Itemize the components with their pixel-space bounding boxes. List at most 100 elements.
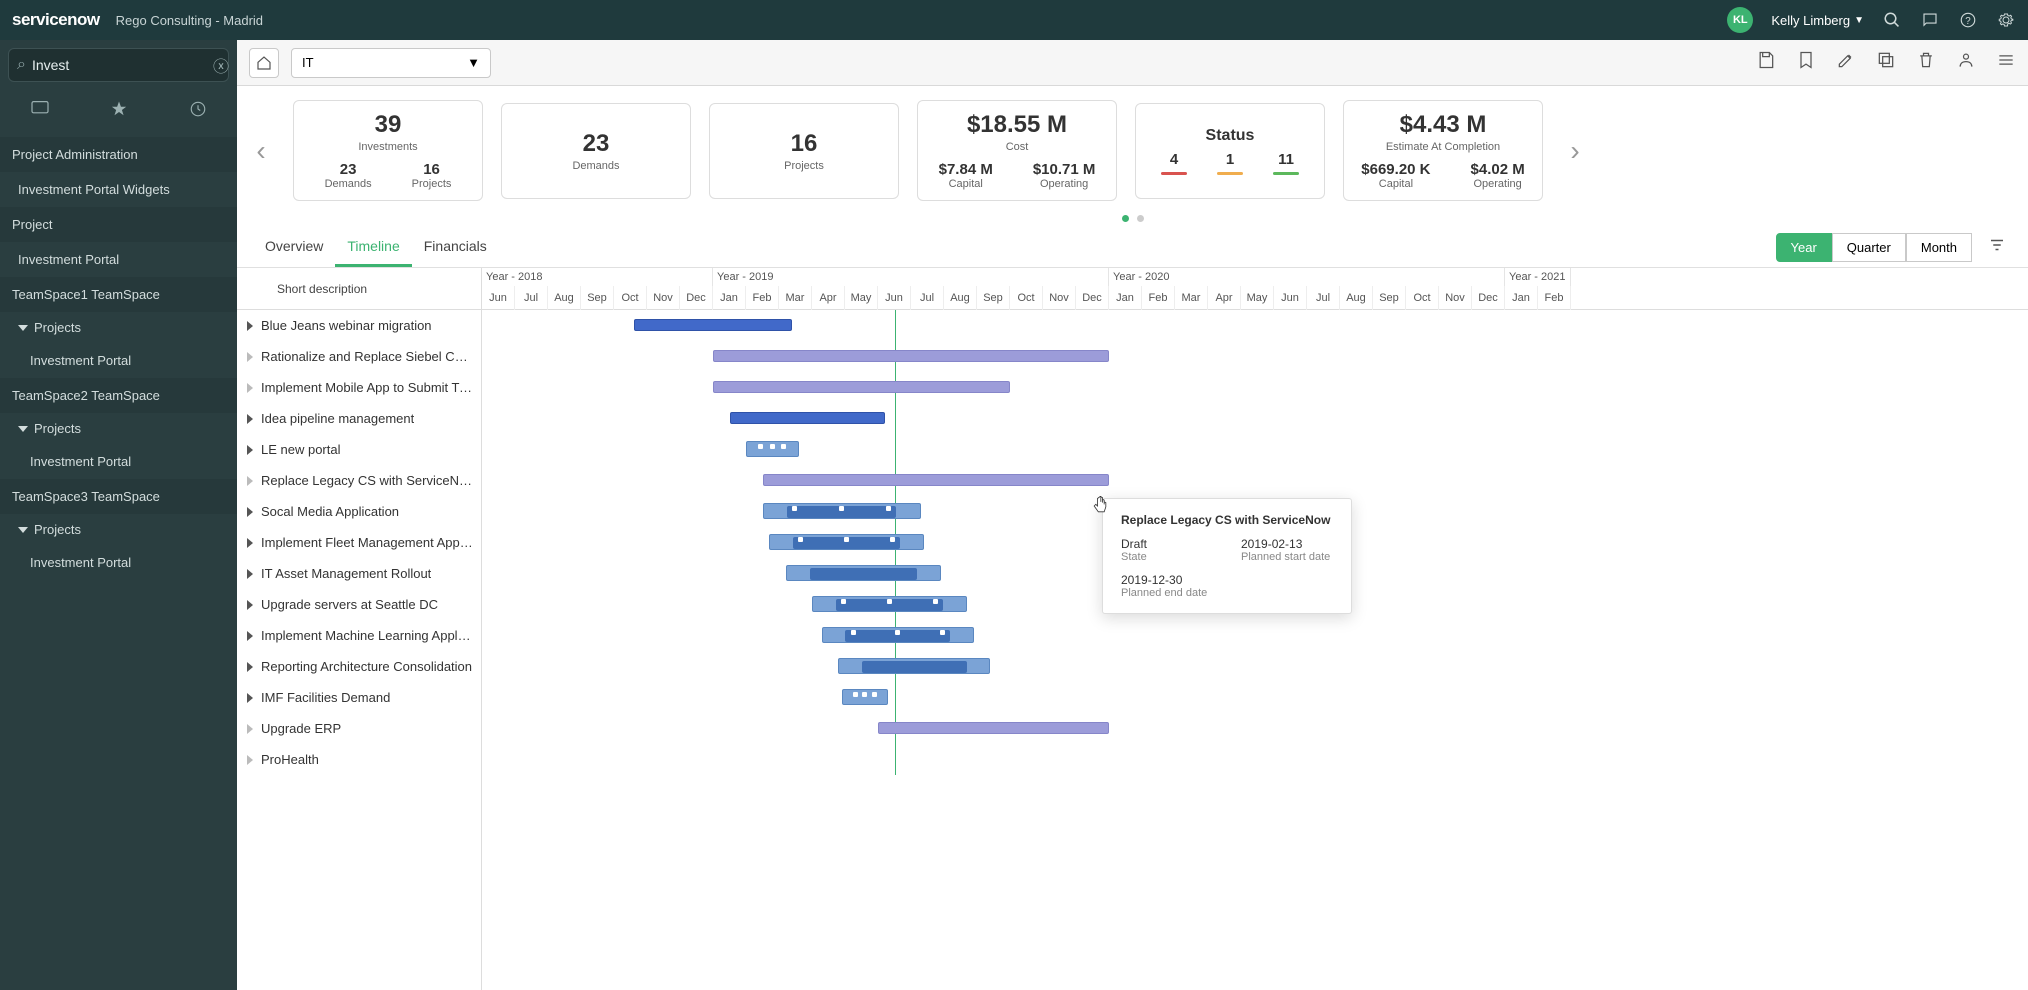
status-badge: 1: [1217, 151, 1243, 175]
nav-all-icon[interactable]: [30, 100, 50, 123]
timeline-row[interactable]: Socal Media Application: [237, 496, 481, 527]
gantt-bar[interactable]: [769, 534, 924, 550]
kpi-subvalue: $10.71 M: [1033, 161, 1096, 178]
kpi-cost[interactable]: $18.55 M Cost $7.84 MCapital $10.71 MOpe…: [917, 100, 1117, 201]
gantt-bar[interactable]: [713, 350, 1109, 362]
sidebar-item[interactable]: Investment Portal: [0, 444, 237, 479]
gantt-row: [482, 403, 2028, 434]
gear-icon[interactable]: [1996, 10, 2016, 30]
chat-icon[interactable]: [1920, 10, 1940, 30]
gantt-row: [482, 713, 2028, 744]
kpi-subvalue: 23: [325, 161, 372, 178]
save-icon[interactable]: [1756, 50, 1776, 75]
search-icon[interactable]: [1882, 10, 1902, 30]
timeline-row[interactable]: ProHealth: [237, 744, 481, 775]
timeline-row[interactable]: Upgrade ERP: [237, 713, 481, 744]
sidebar-toggle[interactable]: Projects: [0, 413, 237, 444]
bookmark-icon[interactable]: [1796, 50, 1816, 75]
gantt-bar[interactable]: [786, 565, 941, 581]
month-header: Jul: [515, 286, 548, 310]
carousel-dot[interactable]: [1137, 215, 1144, 222]
gantt-bar[interactable]: [842, 689, 888, 705]
sidebar-item[interactable]: Investment Portal: [0, 242, 237, 277]
user-menu[interactable]: Kelly Limberg ▼: [1771, 13, 1864, 28]
month-header: Mar: [779, 286, 812, 310]
timeline-row[interactable]: Upgrade servers at Seattle DC: [237, 589, 481, 620]
timeline-row[interactable]: IMF Facilities Demand: [237, 682, 481, 713]
carousel-dot[interactable]: [1122, 215, 1129, 222]
view-quarter-button[interactable]: Quarter: [1832, 233, 1906, 262]
sidebar-item[interactable]: Investment Portal: [0, 545, 237, 580]
nav-favorites-icon[interactable]: [110, 100, 128, 123]
timeline-row[interactable]: Implement Mobile App to Submit Timesh…: [237, 372, 481, 403]
filter-input[interactable]: [32, 57, 213, 73]
sidebar-section[interactable]: Project Administration: [0, 137, 237, 172]
gantt-bar[interactable]: [713, 381, 1010, 393]
gantt-bar[interactable]: [763, 474, 1110, 486]
timeline-row[interactable]: Replace Legacy CS with ServiceNow: [237, 465, 481, 496]
gantt-bar[interactable]: [812, 596, 967, 612]
sidebar-section[interactable]: TeamSpace3 TeamSpace: [0, 479, 237, 514]
nav-history-icon[interactable]: [189, 100, 207, 123]
tab-timeline[interactable]: Timeline: [335, 228, 411, 267]
gantt-bar[interactable]: [838, 658, 990, 674]
kpi-projects[interactable]: 16 Projects: [709, 103, 899, 199]
timeline-row[interactable]: Reporting Architecture Consolidation: [237, 651, 481, 682]
kpi-demands[interactable]: 23 Demands: [501, 103, 691, 199]
sidebar-section[interactable]: TeamSpace2 TeamSpace: [0, 378, 237, 413]
sidebar-section[interactable]: TeamSpace1 TeamSpace: [0, 277, 237, 312]
kpi-next-button[interactable]: ›: [1561, 121, 1589, 181]
timeline-row[interactable]: Implement Machine Learning Application: [237, 620, 481, 651]
gantt-bar[interactable]: [746, 441, 799, 457]
filter-box: ⌕ ⓧ: [8, 48, 229, 82]
gantt-bar[interactable]: [878, 722, 1109, 734]
help-icon[interactable]: ?: [1958, 10, 1978, 30]
timeline-row[interactable]: Blue Jeans webinar migration: [237, 310, 481, 341]
copy-icon[interactable]: [1876, 50, 1896, 75]
month-header: Jan: [1505, 286, 1538, 310]
kpi-eac[interactable]: $4.43 M Estimate At Completion $669.20 K…: [1343, 100, 1543, 201]
home-button[interactable]: [249, 48, 279, 78]
year-header: Year - 2018: [482, 268, 713, 286]
instance-name: Rego Consulting - Madrid: [116, 13, 263, 28]
timeline-row[interactable]: LE new portal: [237, 434, 481, 465]
timeline-row[interactable]: IT Asset Management Rollout: [237, 558, 481, 589]
gantt-bar[interactable]: [634, 319, 792, 331]
month-header: Apr: [1208, 286, 1241, 310]
timeline-row[interactable]: Rationalize and Replace Siebel Customer …: [237, 341, 481, 372]
gantt-bar[interactable]: [822, 627, 974, 643]
month-header: Dec: [1472, 286, 1505, 310]
kpi-subvalue: $7.84 M: [939, 161, 993, 178]
view-month-button[interactable]: Month: [1906, 233, 1972, 262]
tab-financials[interactable]: Financials: [412, 228, 499, 267]
kpi-investments[interactable]: 39 Investments 23Demands 16Projects: [293, 100, 483, 201]
sidebar-item[interactable]: Investment Portal: [0, 343, 237, 378]
gantt-row: [482, 434, 2028, 465]
kpi-value: 23: [583, 130, 610, 158]
status-badge: 11: [1273, 151, 1299, 175]
kpi-prev-button[interactable]: ‹: [247, 121, 275, 181]
gantt-bar[interactable]: [730, 412, 885, 424]
sidebar-section[interactable]: Project: [0, 207, 237, 242]
clear-filter-icon[interactable]: ⓧ: [213, 53, 229, 77]
tooltip-value: 2019-02-13: [1241, 537, 1381, 551]
year-header: Year - 2021: [1505, 268, 1571, 286]
sidebar-toggle[interactable]: Projects: [0, 514, 237, 545]
avatar[interactable]: KL: [1727, 7, 1753, 33]
kpi-status[interactable]: Status 4111: [1135, 103, 1325, 199]
delete-icon[interactable]: [1916, 50, 1936, 75]
timeline-chart[interactable]: Year - 2018Year - 2019Year - 2020Year - …: [482, 268, 2028, 990]
timeline-row[interactable]: Idea pipeline management: [237, 403, 481, 434]
gantt-bar[interactable]: [763, 503, 921, 519]
filter-toggle-icon[interactable]: [1982, 236, 2012, 259]
timeline-row[interactable]: Implement Fleet Management Applicat…: [237, 527, 481, 558]
edit-icon[interactable]: [1836, 50, 1856, 75]
share-icon[interactable]: [1956, 50, 1976, 75]
sidebar-item[interactable]: Investment Portal Widgets: [0, 172, 237, 207]
view-year-button[interactable]: Year: [1776, 233, 1832, 262]
menu-icon[interactable]: [1996, 50, 2016, 75]
month-header: Jun: [878, 286, 911, 310]
tab-overview[interactable]: Overview: [253, 228, 335, 267]
sidebar-toggle[interactable]: Projects: [0, 312, 237, 343]
portfolio-dropdown[interactable]: IT ▼: [291, 48, 491, 78]
